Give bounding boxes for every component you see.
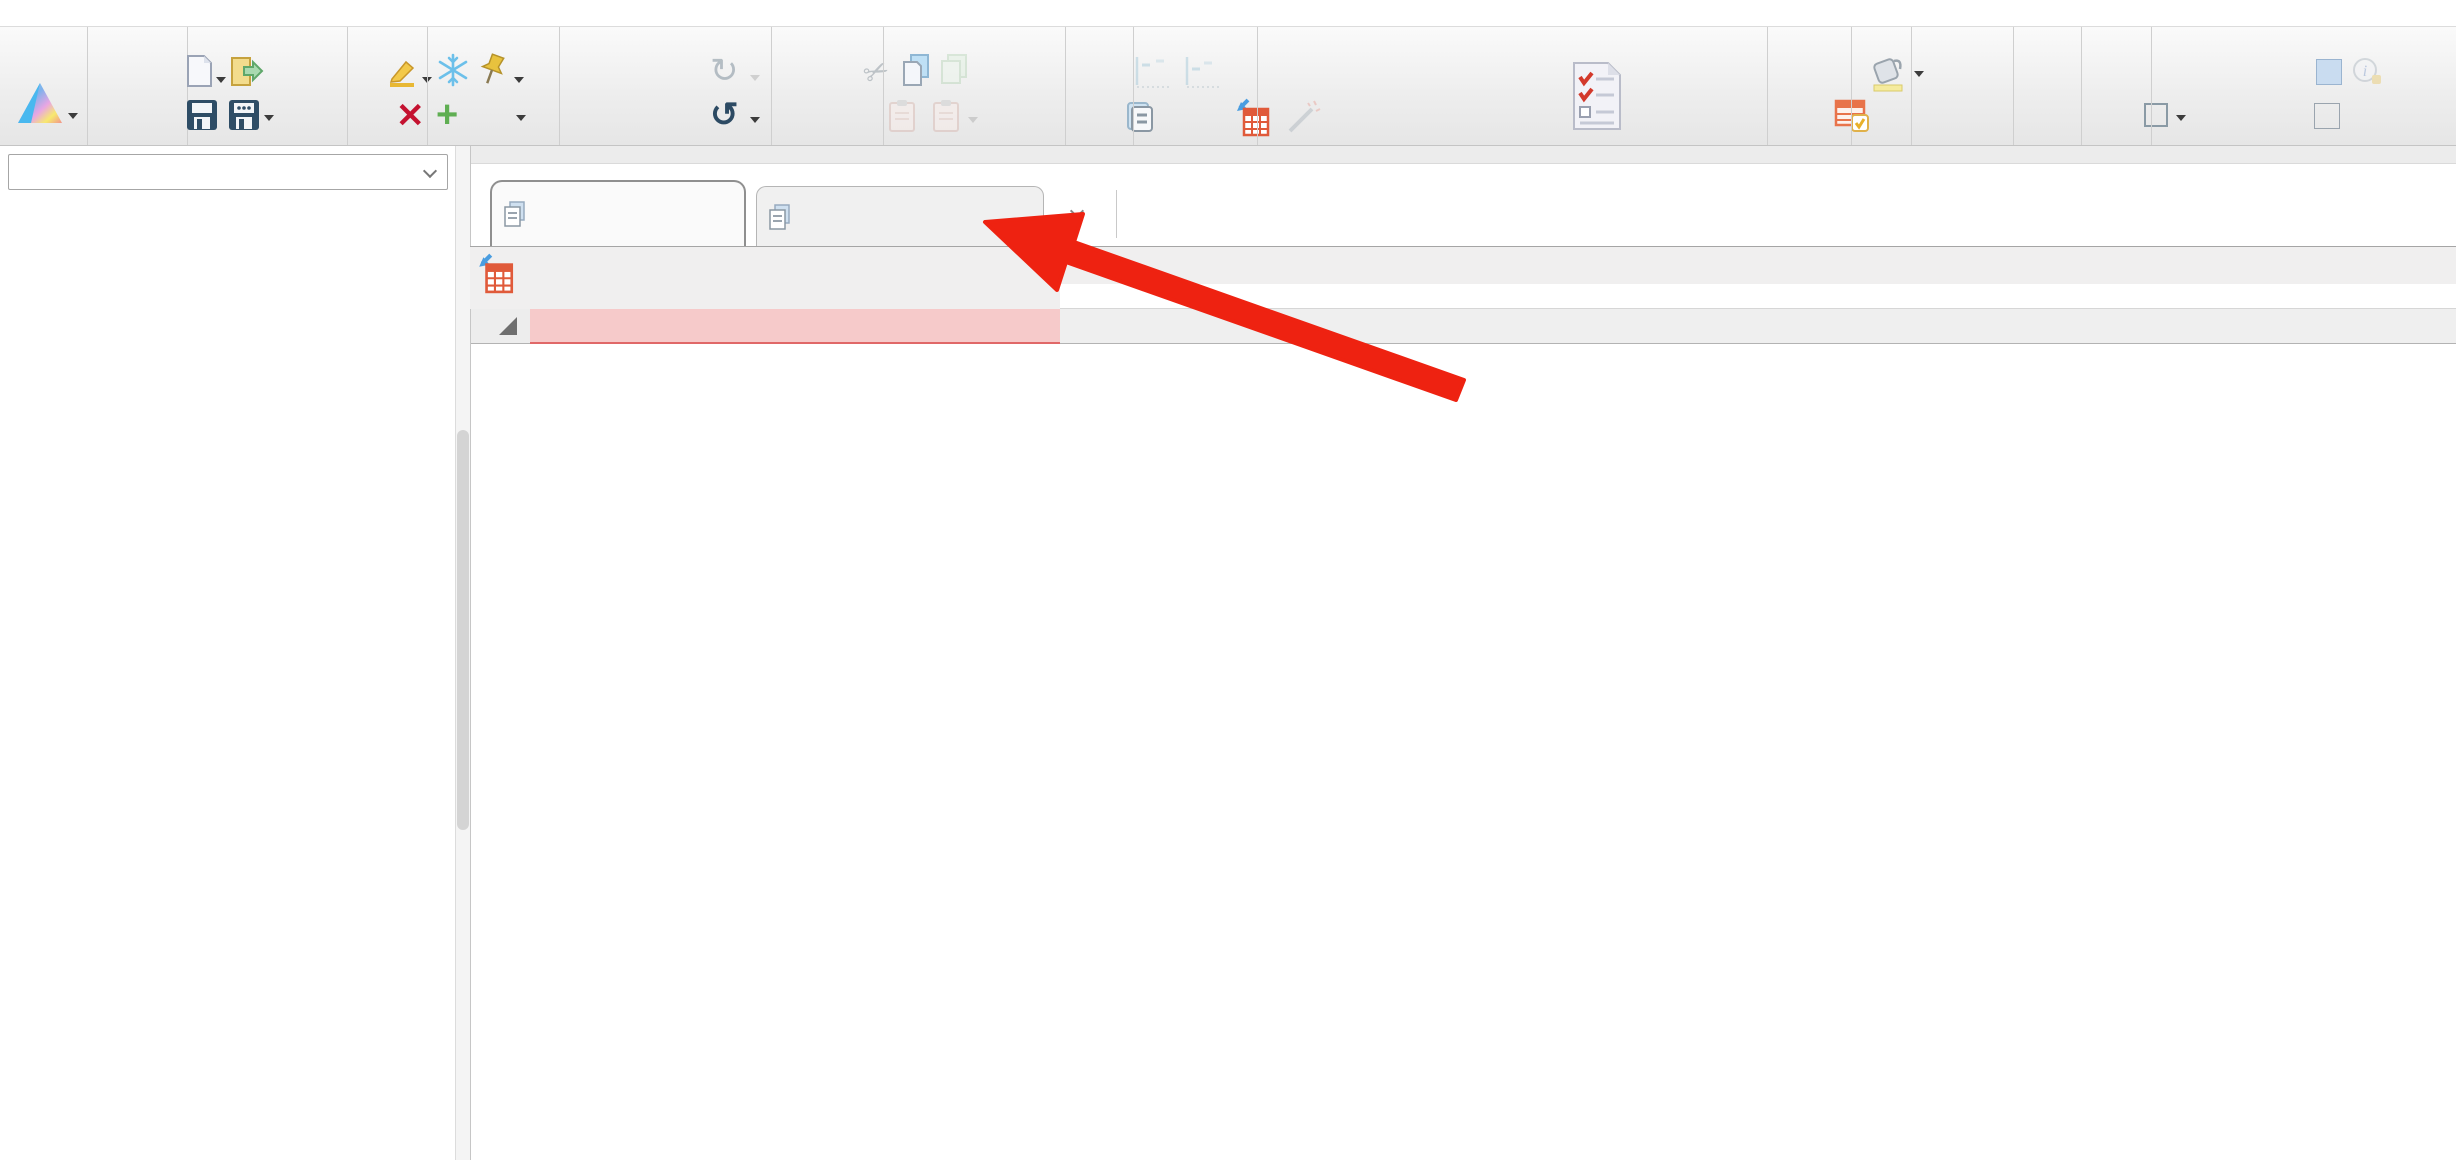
sheet-subheader-band bbox=[1060, 309, 2456, 344]
sheet-title-cell[interactable] bbox=[470, 247, 1060, 309]
selected-column-header[interactable] bbox=[530, 309, 1060, 344]
tab-anova-results[interactable] bbox=[490, 180, 746, 246]
search-input[interactable] bbox=[8, 154, 448, 190]
toolbar-section-prism bbox=[0, 27, 88, 145]
toolbar-section-change bbox=[884, 27, 1066, 145]
toolbar-section-write: i bbox=[1134, 27, 1258, 145]
info-new-icon[interactable]: i bbox=[2352, 57, 2382, 87]
toolbar-section-file bbox=[88, 27, 188, 145]
toolbar-section-draw bbox=[1066, 27, 1134, 145]
toolbar-section-clipboard: ✂ bbox=[428, 27, 560, 145]
toolbar-section-help bbox=[2082, 27, 2152, 145]
toolbar-section-text bbox=[1258, 27, 1768, 145]
results-sheet-icon bbox=[769, 204, 791, 230]
tab-multiple-comparisons[interactable] bbox=[756, 186, 1044, 246]
tab-separator bbox=[1116, 190, 1117, 238]
toolbar-section-export: txt xml bbox=[1768, 27, 1852, 145]
prism-window: ✕ + ↻ ↺ ✂ bbox=[0, 0, 2456, 1160]
navigator-sidebar bbox=[0, 146, 455, 1160]
toolbar-section-undo: ↻ ↺ bbox=[348, 27, 428, 145]
draw-dropdown[interactable] bbox=[2176, 115, 2186, 121]
toolbar-section-sheet: ✕ + bbox=[188, 27, 348, 145]
toolbar-section-interpret bbox=[772, 27, 884, 145]
svg-text:i: i bbox=[2363, 63, 2367, 80]
toolbar-section-send bbox=[1912, 27, 2014, 145]
tab-strip bbox=[471, 146, 2456, 164]
corner-cell[interactable] bbox=[471, 309, 530, 344]
corner-triangle-icon bbox=[499, 317, 517, 335]
prism-logo-button[interactable] bbox=[16, 81, 64, 125]
sidebar-divider bbox=[455, 146, 456, 1160]
tab-overflow-chevron-icon[interactable] bbox=[1070, 204, 1084, 218]
prism-logo-icon bbox=[16, 81, 64, 125]
sheet-header-band bbox=[1060, 247, 2456, 284]
menu-bar bbox=[0, 0, 2456, 26]
analysis-grid-icon[interactable] bbox=[478, 252, 514, 294]
toolbar-section-la bbox=[2014, 27, 2082, 145]
word-object-button[interactable] bbox=[2316, 59, 2342, 85]
prism-menu-dropdown[interactable] bbox=[68, 113, 78, 119]
text-box-button[interactable] bbox=[2314, 103, 2340, 129]
toolbar: ✕ + ↻ ↺ ✂ bbox=[0, 26, 2456, 146]
header-band-divider bbox=[1060, 308, 2456, 309]
toolbar-section-analysis bbox=[560, 27, 772, 145]
toolbar-section-print bbox=[1852, 27, 1912, 145]
results-sheet-icon bbox=[504, 201, 526, 227]
sidebar-scrollbar-thumb[interactable] bbox=[457, 430, 469, 830]
